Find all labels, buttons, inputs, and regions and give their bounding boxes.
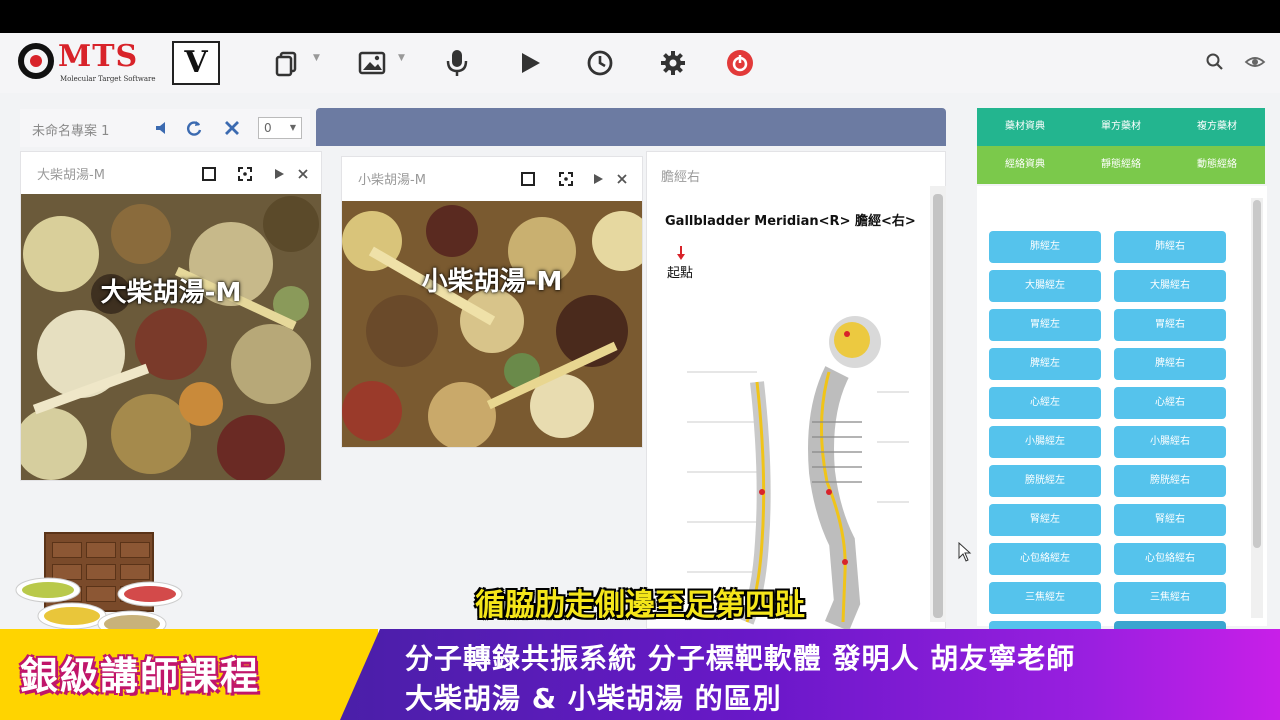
meridian-button-left[interactable]: 心包絡經左 — [989, 543, 1101, 575]
top-toolbar: MTS Molecular Target Software V ▼ ▼ — [0, 33, 1280, 93]
panel-title: 膽經右 — [661, 170, 701, 185]
herb-label: 小柴胡湯-M — [421, 267, 563, 297]
panel-title: 小柴胡湯-M — [358, 173, 426, 188]
chevron-down-icon[interactable]: ▼ — [313, 53, 320, 63]
herb-label: 大柴胡湯-M — [100, 278, 242, 308]
scrollbar-thumb[interactable] — [933, 194, 943, 618]
close-icon[interactable] — [295, 166, 311, 182]
meridian-button-left[interactable]: 脾經左 — [989, 348, 1101, 380]
v-badge[interactable]: V — [172, 41, 220, 85]
tab-static-meridians[interactable]: 靜態經絡 — [1073, 146, 1169, 184]
eye-icon[interactable] — [1244, 51, 1266, 73]
gear-icon[interactable] — [657, 47, 689, 79]
play-icon[interactable] — [271, 166, 287, 182]
course-banner: 銀級講師課程 分子轉錄共振系統 分子標靶軟體 發明人 胡友寧老師 大柴胡湯 & … — [0, 629, 1280, 720]
banner-left: 銀級講師課程 — [0, 629, 378, 720]
panel-header: 大柴胡湯-M — [21, 152, 321, 192]
microphone-icon[interactable] — [441, 47, 473, 79]
copy-icon[interactable] — [272, 47, 304, 79]
tab-compound-herbs[interactable]: 複方藥材 — [1169, 108, 1265, 146]
close-icon[interactable] — [614, 171, 630, 187]
project-name[interactable]: 未命名專案 1 — [32, 120, 109, 139]
tab-row-herbs: 藥材資典 單方藥材 複方藥材 — [977, 108, 1267, 146]
maximize-icon[interactable] — [520, 171, 536, 187]
drawer — [86, 542, 116, 558]
logo-target-icon — [18, 43, 54, 79]
meridian-button-right[interactable]: 肺經右 — [1114, 231, 1226, 263]
meridian-scrollbar[interactable] — [930, 186, 946, 622]
meridian-button-right[interactable]: 心包絡經右 — [1114, 543, 1226, 575]
panel-da-chai-hu: 大柴胡湯-M 大柴胡湯-M — [20, 151, 322, 481]
workspace-header-bar — [316, 108, 946, 146]
meridian-button-right[interactable]: 心經右 — [1114, 387, 1226, 419]
herb-mixture-image — [21, 194, 321, 480]
image-icon[interactable] — [356, 47, 388, 79]
fullscreen-icon[interactable] — [237, 166, 253, 182]
fullscreen-icon[interactable] — [558, 171, 574, 187]
meridian-button-right[interactable]: 膀胱經右 — [1114, 465, 1226, 497]
chevron-down-icon[interactable]: ▼ — [398, 53, 405, 63]
clock-icon[interactable] — [584, 47, 616, 79]
video-frame: MTS Molecular Target Software V ▼ ▼ 未命名專… — [0, 0, 1280, 720]
play-icon[interactable] — [590, 171, 606, 187]
panel-xiao-chai-hu: 小柴胡湯-M 小柴胡湯-M — [341, 156, 643, 448]
meridian-button-left[interactable]: 大腸經左 — [989, 270, 1101, 302]
banner-line-2: 大柴胡湯 & 小柴胡湯 的區別 — [405, 682, 782, 715]
close-icon[interactable] — [222, 118, 242, 138]
tab-herb-dictionary[interactable]: 藥材資典 — [977, 108, 1073, 146]
meridian-button-left[interactable]: 膀胱經左 — [989, 465, 1101, 497]
meridian-button-left[interactable]: 心經左 — [989, 387, 1101, 419]
drawer — [52, 542, 82, 558]
project-select[interactable]: 0 ▼ — [258, 117, 302, 139]
meridian-button-right[interactable]: 脾經右 — [1114, 348, 1226, 380]
meridian-list-scrollbar[interactable] — [1251, 198, 1263, 618]
tab-meridian-dictionary[interactable]: 經絡資典 — [977, 146, 1073, 184]
course-title: 銀級講師課程 — [20, 654, 261, 698]
meridian-caption: Gallbladder Meridian<R> 膽經<右> — [665, 214, 916, 229]
maximize-icon[interactable] — [201, 166, 217, 182]
drawer — [120, 542, 150, 558]
herb-mixture-image — [342, 201, 642, 447]
tab-row-meridians: 經絡資典 靜態經絡 動態經絡 — [977, 146, 1267, 184]
panel-header: 小柴胡湯-M — [342, 157, 642, 197]
mts-logo: MTS Molecular Target Software — [16, 39, 166, 85]
refresh-icon[interactable] — [184, 118, 204, 138]
meridian-button-right[interactable]: 胃經右 — [1114, 309, 1226, 341]
panel-title: 大柴胡湯-M — [37, 168, 105, 183]
meridian-panel: 膽經右 Gallbladder Meridian<R> 膽經<右> 起點 — [646, 151, 946, 630]
logo-subtext: Molecular Target Software — [60, 75, 156, 83]
tab-single-herbs[interactable]: 單方藥材 — [1073, 108, 1169, 146]
mouse-cursor-icon — [958, 542, 972, 562]
meridian-list: 肺經左 肺經右 大腸經左 大腸經右 胃經左 胃經右 脾經左 脾經右 心經左 心經右 小腸經左 小腸經右… — [977, 186, 1267, 653]
video-subtitle: 循脇肋走側邊至足第四趾 — [475, 588, 805, 623]
project-bar: 未命名專案 1 0 ▼ — [20, 109, 310, 147]
meridian-button-left[interactable]: 胃經左 — [989, 309, 1101, 341]
volume-icon[interactable] — [152, 118, 172, 138]
category-tabs: 藥材資典 單方藥材 複方藥材 經絡資典 靜態經絡 動態經絡 — [977, 108, 1267, 184]
herb-image: 大柴胡湯-M — [21, 194, 321, 480]
project-select-value: 0 — [264, 121, 272, 135]
play-icon[interactable] — [514, 47, 546, 79]
chevron-down-icon: ▼ — [289, 123, 296, 132]
meridian-button-left[interactable]: 小腸經左 — [989, 426, 1101, 458]
power-icon[interactable] — [724, 47, 756, 79]
herb-image: 小柴胡湯-M — [342, 201, 642, 447]
meridian-button-right[interactable]: 腎經右 — [1114, 504, 1226, 536]
meridian-button-right[interactable]: 小腸經右 — [1114, 426, 1226, 458]
meridian-button-left[interactable]: 肺經左 — [989, 231, 1101, 263]
scrollbar-thumb[interactable] — [1253, 200, 1261, 548]
meridian-button-right[interactable]: 大腸經右 — [1114, 270, 1226, 302]
meridian-button-left[interactable]: 腎經左 — [989, 504, 1101, 536]
tab-dynamic-meridians[interactable]: 動態經絡 — [1169, 146, 1265, 184]
logo-text: MTS — [58, 39, 139, 74]
banner-line-1: 分子轉錄共振系統 分子標靶軟體 發明人 胡友寧老師 — [405, 642, 1076, 675]
gallbladder-meridian-diagram — [677, 246, 909, 630]
search-icon[interactable] — [1204, 51, 1226, 73]
